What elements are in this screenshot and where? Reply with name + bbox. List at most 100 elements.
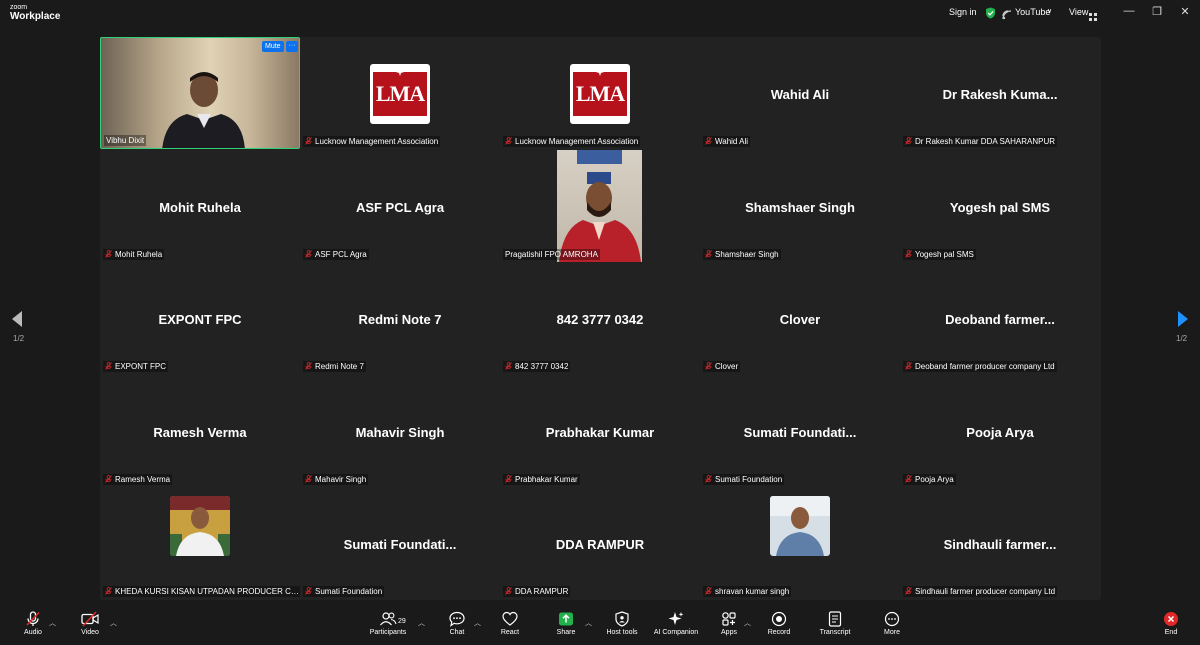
mute-button[interactable]: Mute (262, 41, 284, 52)
self-video-feed: Mute ··· Vibhu Dixit (100, 37, 300, 149)
participant-tile[interactable]: Redmi Note 7 Redmi Note 7 (300, 262, 500, 374)
mic-muted-icon (305, 362, 315, 371)
participant-display-name: Clover (779, 312, 821, 327)
participant-tile[interactable]: Prabhakar Kumar Prabhakar Kumar (500, 375, 700, 487)
lma-logo-text: LMA (373, 72, 427, 116)
youtube-stream-menu[interactable]: YouTube (1015, 7, 1050, 17)
participant-tile[interactable]: Deoband farmer... Deoband farmer producer… (900, 262, 1100, 374)
mic-muted-icon (505, 362, 515, 371)
more-options-button[interactable]: ··· (286, 41, 298, 52)
heart-icon (502, 611, 518, 626)
participant-label-text: Mahavir Singh (315, 475, 367, 484)
grid-icon[interactable] (1089, 8, 1097, 26)
record-button[interactable]: Record (766, 611, 792, 636)
participant-tile[interactable]: KHEDA KURSI KISAN UTPADAN PRODUCER COM..… (100, 487, 301, 599)
participant-tile[interactable]: Sumati Foundati... Sumati Foundation (300, 487, 500, 599)
participant-display-name: ASF PCL Agra (355, 200, 445, 215)
prev-page-button[interactable] (11, 310, 23, 333)
participant-tile[interactable]: Sumati Foundati... Sumati Foundation (700, 375, 900, 487)
minimize-icon[interactable]: — (1122, 5, 1136, 17)
audio-button[interactable]: Audio (20, 611, 46, 636)
view-menu[interactable]: View (1069, 7, 1088, 17)
audio-options-caret[interactable]: ︿ (49, 618, 56, 628)
participant-display-name: Mahavir Singh (355, 425, 445, 440)
self-name-label: Vibhu Dixit (104, 135, 147, 146)
participant-tile[interactable]: LMA Lucknow Management Association (300, 37, 500, 149)
participant-label-text: Redmi Note 7 (315, 362, 364, 371)
participant-tile[interactable]: Pragatishil FPO AMROHA (500, 150, 700, 262)
participant-label-text: shravan kumar singh (715, 587, 790, 596)
participant-tile[interactable]: DDA RAMPUR DDA RAMPUR (500, 487, 700, 599)
close-icon[interactable]: ✕ (1178, 5, 1192, 18)
participant-display-name: Pooja Arya (966, 425, 1034, 440)
apps-options-caret[interactable]: ︿ (744, 618, 751, 628)
sign-in-link[interactable]: Sign in (949, 7, 977, 17)
participant-display-name: EXPONT FPC (158, 312, 242, 327)
ellipsis-icon (884, 611, 900, 627)
chat-options-caret[interactable]: ︿ (474, 618, 481, 628)
participant-display-name: Wahid Ali (770, 87, 830, 102)
participant-tile[interactable]: Mahavir Singh Mahavir Singh (300, 375, 500, 487)
share-label: Share (556, 629, 576, 636)
participant-display-name: Ramesh Verma (153, 425, 247, 440)
participant-name-label: Lucknow Management Association (303, 136, 441, 147)
participant-tile[interactable]: Ramesh Verma Ramesh Verma (100, 375, 300, 487)
title-bar: zoom Workplace Sign in YouTube ∨ View — … (0, 0, 1200, 28)
share-options-caret[interactable]: ︿ (585, 618, 592, 628)
participant-name-label: Lucknow Management Association (503, 136, 641, 147)
participants-options-caret[interactable]: ︿ (418, 618, 425, 628)
participant-tile[interactable]: 842 3777 0342 842 3777 0342 (500, 262, 700, 374)
chat-label: Chat (449, 629, 465, 636)
participant-name-label: Clover (703, 361, 741, 372)
participant-tile[interactable]: Shamshaer Singh Shamshaer Singh (700, 150, 900, 262)
shield-check-icon[interactable] (985, 6, 996, 24)
more-button[interactable]: More (881, 611, 903, 636)
host-tools-button[interactable]: Host tools (603, 611, 641, 636)
brand-small: zoom (10, 4, 28, 11)
participant-tile[interactable]: Dr Rakesh Kuma... Dr Rakesh Kumar DDA SAH… (900, 37, 1100, 149)
participant-tile[interactable]: Clover Clover (700, 262, 900, 374)
react-button[interactable]: React (498, 611, 522, 636)
participant-label-text: Pooja Arya (915, 475, 954, 484)
participant-display-name: Prabhakar Kumar (545, 425, 655, 440)
mic-muted-icon (905, 475, 915, 484)
video-button[interactable]: Video (77, 611, 103, 636)
participant-tile[interactable]: Wahid Ali Wahid Ali (700, 37, 900, 149)
transcript-button[interactable]: Transcript (817, 611, 853, 636)
participant-tile[interactable]: ASF PCL Agra ASF PCL Agra (300, 150, 500, 262)
participant-tile[interactable]: LMA Lucknow Management Association (500, 37, 700, 149)
mic-muted-icon (705, 250, 715, 259)
participant-label-text: Lucknow Management Association (515, 137, 639, 146)
video-options-caret[interactable]: ︿ (110, 618, 117, 628)
ai-companion-button[interactable]: AI Companion (650, 611, 702, 636)
restore-icon[interactable]: ❐ (1150, 5, 1164, 18)
participant-name-label: Shamshaer Singh (703, 249, 781, 260)
audio-label: Audio (24, 629, 42, 636)
participant-tile[interactable]: shravan kumar singh (700, 487, 900, 599)
record-label: Record (767, 629, 791, 636)
next-page-button[interactable] (1177, 310, 1189, 333)
person-silhouette-icon (162, 72, 245, 148)
apps-button[interactable]: Apps (718, 611, 740, 636)
person-silhouette-icon (559, 150, 641, 262)
chevron-down-icon[interactable]: ∨ (1047, 7, 1052, 15)
participant-tile[interactable]: Yogesh pal SMS Yogesh pal SMS (900, 150, 1100, 262)
mic-muted-icon (505, 475, 515, 484)
participant-label-text: KHEDA KURSI KISAN UTPADAN PRODUCER COM..… (115, 587, 301, 596)
live-stream-icon[interactable] (1002, 7, 1012, 25)
participant-tile[interactable]: Mohit Ruhela Mohit Ruhela (100, 150, 300, 262)
participant-tile[interactable]: Pooja Arya Pooja Arya (900, 375, 1100, 487)
participant-tile[interactable]: EXPONT FPC EXPONT FPC (100, 262, 300, 374)
self-video-tile[interactable]: Mute ··· Vibhu Dixit (100, 37, 300, 149)
chat-button[interactable]: Chat (446, 611, 468, 636)
participant-display-name: Sindhauli farmer... (943, 537, 1057, 552)
participant-tile[interactable]: Sindhauli farmer... Sindhauli farmer prod… (900, 487, 1100, 599)
participant-display-name: Yogesh pal SMS (949, 200, 1051, 215)
participant-label-text: Sumati Foundation (315, 587, 383, 596)
share-button[interactable]: Share (554, 611, 578, 636)
end-meeting-button[interactable]: End (1160, 611, 1182, 636)
participant-label-text: 842 3777 0342 (515, 362, 569, 371)
lma-logo-text: LMA (573, 72, 627, 116)
mic-muted-icon (705, 362, 715, 371)
participant-name-label: KHEDA KURSI KISAN UTPADAN PRODUCER COM..… (103, 586, 301, 597)
